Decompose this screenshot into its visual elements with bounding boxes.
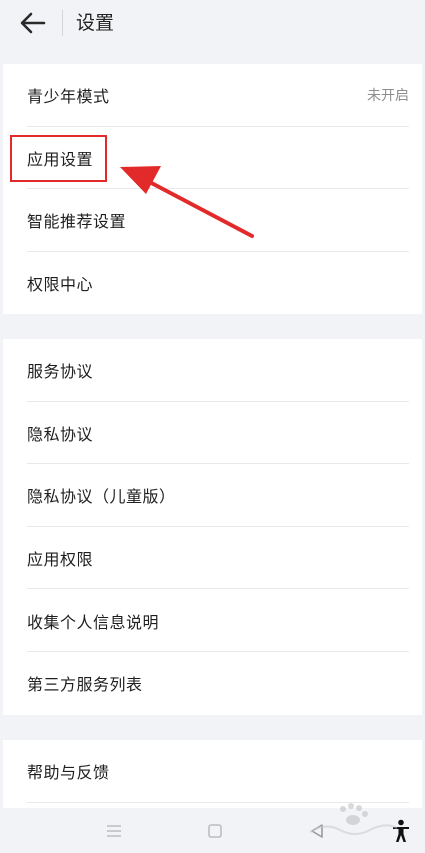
setting-row-smart-recommend[interactable]: 智能推荐设置 — [3, 189, 422, 252]
setting-row-child-privacy[interactable]: 隐私协议（儿童版） — [3, 464, 422, 527]
highlight-box — [10, 135, 107, 182]
top-bar: 设置 — [0, 0, 425, 52]
back-button[interactable] — [16, 8, 50, 38]
settings-group-general: 青少年模式 未开启 应用设置 智能推荐设置 权限中心 — [3, 64, 422, 315]
setting-row-service-agreement[interactable]: 服务协议 — [3, 339, 422, 402]
setting-row-label: 应用权限 — [27, 550, 94, 570]
setting-row-label: 收集个人信息说明 — [27, 612, 160, 632]
setting-row-personal-info[interactable]: 收集个人信息说明 — [3, 589, 422, 652]
setting-row-label: 隐私协议 — [27, 424, 94, 444]
setting-row-third-party[interactable]: 第三方服务列表 — [3, 652, 422, 715]
setting-row-label: 权限中心 — [27, 275, 94, 295]
setting-row-label: 青少年模式 — [27, 87, 110, 107]
arrow-left-icon — [20, 12, 46, 34]
setting-row-privacy-agreement[interactable]: 隐私协议 — [3, 402, 422, 465]
page-title: 设置 — [76, 12, 115, 34]
watermark-logo — [309, 803, 398, 835]
settings-group-legal: 服务协议 隐私协议 隐私协议（儿童版） 应用权限 收集个人信息说明 第三方服务列… — [3, 339, 422, 715]
setting-row-help-feedback[interactable]: 帮助与反馈 — [3, 740, 422, 803]
menu-icon[interactable] — [99, 816, 129, 846]
settings-group-help: 帮助与反馈 — [3, 740, 422, 808]
home-square-icon[interactable] — [200, 816, 230, 846]
setting-row-label: 智能推荐设置 — [27, 212, 127, 232]
setting-row-label: 服务协议 — [27, 362, 94, 382]
setting-row-label: 第三方服务列表 — [27, 675, 143, 695]
setting-row-teen-mode[interactable]: 青少年模式 未开启 — [3, 64, 422, 127]
setting-row-label: 帮助与反馈 — [27, 763, 110, 783]
header-divider — [62, 10, 63, 36]
setting-row-permission-center[interactable]: 权限中心 — [3, 252, 422, 315]
setting-row-label: 隐私协议（儿童版） — [27, 487, 176, 507]
teen-mode-status: 未开启 — [367, 88, 409, 105]
setting-row-app-permissions[interactable]: 应用权限 — [3, 527, 422, 590]
